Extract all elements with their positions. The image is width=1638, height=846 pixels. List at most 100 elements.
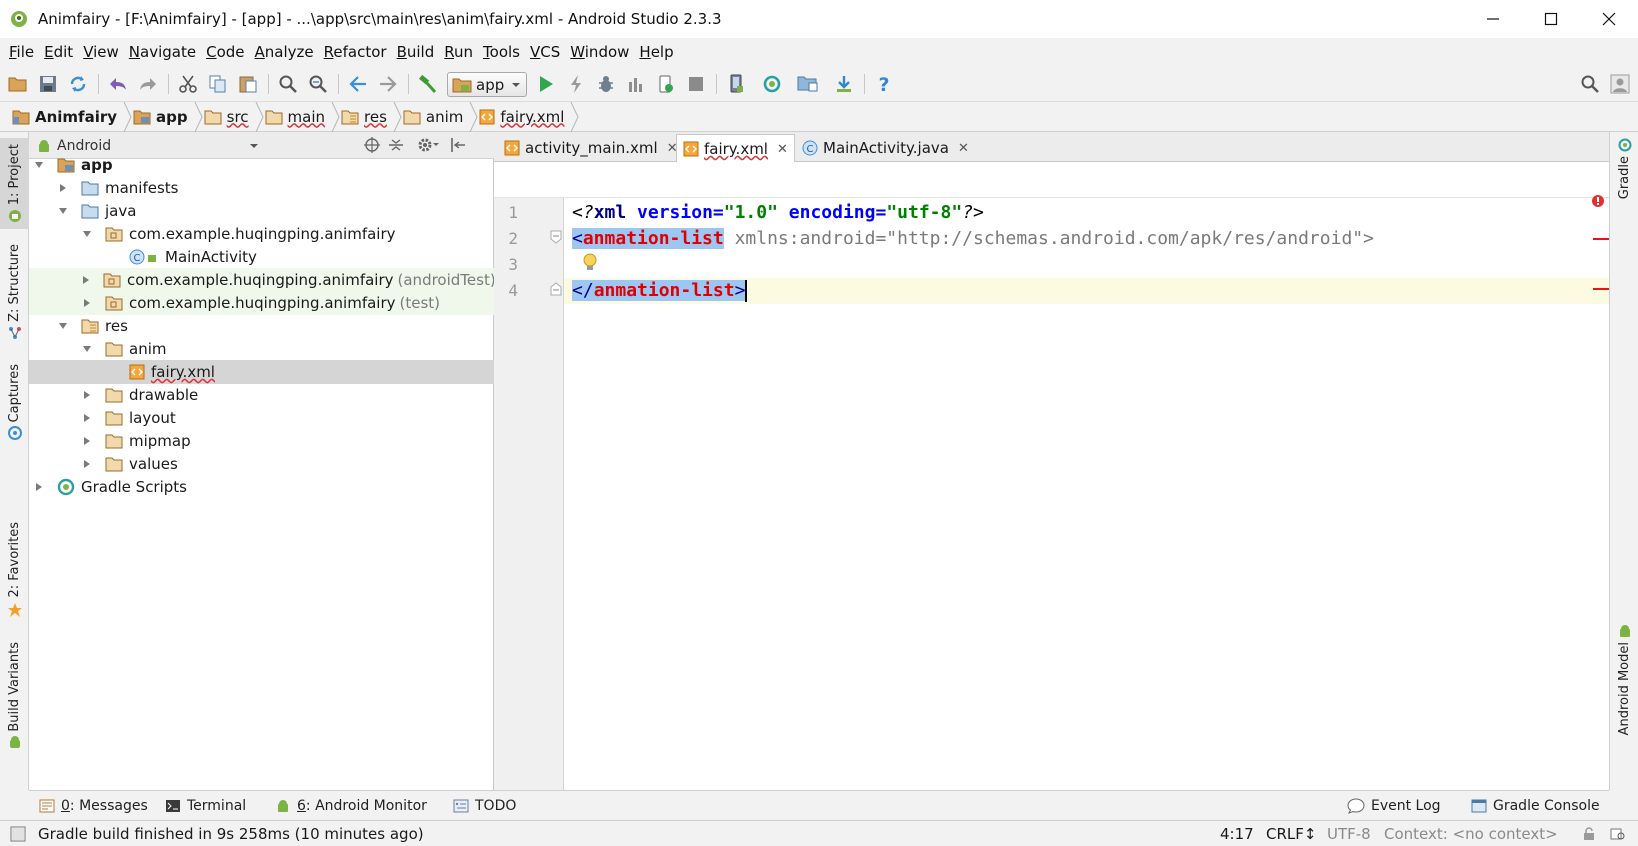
forward-button[interactable] [376, 72, 400, 96]
terminal-tool-tab[interactable]: Terminal [165, 791, 246, 821]
tree-item-manifests[interactable]: manifests [29, 176, 494, 200]
make-project-button[interactable] [416, 72, 440, 96]
expanded-arrow-icon[interactable] [57, 205, 69, 217]
run-button[interactable] [534, 72, 558, 96]
context-indicator[interactable]: Context: <no context> [1384, 821, 1558, 846]
back-button[interactable] [346, 72, 370, 96]
lock-icon[interactable] [1582, 827, 1596, 841]
copy-button[interactable] [206, 72, 230, 96]
expanded-arrow-icon[interactable] [81, 343, 93, 355]
menu-help[interactable]: Help [634, 43, 678, 61]
redo-button[interactable] [136, 72, 160, 96]
favorites-tool-tab[interactable]: 2: Favorites [0, 522, 29, 618]
line-separator[interactable]: CRLF↕ [1266, 821, 1316, 846]
menu-view[interactable]: View [78, 43, 124, 61]
caret-position[interactable]: 4:17 [1220, 821, 1254, 846]
project-tool-tab[interactable]: 1: Project [0, 138, 29, 230]
tree-item-mipmap[interactable]: mipmap [29, 429, 494, 453]
tree-item-values[interactable]: values [29, 452, 494, 476]
sync-gradle-button[interactable] [760, 72, 784, 96]
debug-button[interactable] [594, 72, 618, 96]
gradle-tool-tab[interactable]: Gradle [1610, 138, 1638, 199]
attach-debugger-button[interactable] [654, 72, 678, 96]
menu-code[interactable]: Code [201, 43, 249, 61]
tree-item-layout[interactable]: layout [29, 406, 494, 430]
collapsed-arrow-icon[interactable] [81, 274, 91, 286]
menu-navigate[interactable]: Navigate [124, 43, 201, 61]
tab-mainactivity-java[interactable]: C MainActivity.java ✕ [796, 134, 975, 162]
scroll-from-source-button[interactable] [363, 136, 381, 154]
tree-item-anim[interactable]: anim [29, 337, 494, 361]
tree-item-app[interactable]: app [29, 153, 494, 177]
collapsed-arrow-icon[interactable] [81, 389, 93, 401]
maximize-button[interactable] [1522, 0, 1580, 38]
android-monitor-tool-tab[interactable]: 6: Android Monitor [275, 791, 427, 821]
collapsed-arrow-icon[interactable] [81, 435, 93, 447]
breadcrumb-anim[interactable]: anim [403, 102, 469, 132]
stop-button[interactable] [684, 72, 708, 96]
menu-analyze[interactable]: Analyze [250, 43, 319, 61]
gradle-console-tool-tab[interactable]: Gradle Console [1471, 791, 1600, 821]
user-button[interactable] [1608, 72, 1632, 96]
lightbulb-icon[interactable] [582, 252, 598, 272]
expanded-arrow-icon[interactable] [57, 320, 69, 332]
profile-button[interactable] [624, 72, 648, 96]
menu-file[interactable]: File [4, 43, 39, 61]
collapsed-arrow-icon[interactable] [57, 182, 69, 194]
menu-edit[interactable]: Edit [39, 43, 78, 61]
hide-panel-button[interactable] [449, 136, 467, 154]
replace-button[interactable] [306, 72, 330, 96]
inspection-icon[interactable] [1610, 827, 1626, 841]
breadcrumb-res[interactable]: res [341, 102, 393, 132]
tree-item-package-androidtest[interactable]: com.example.huqingping.animfairy (androi… [29, 268, 496, 292]
breadcrumb-project[interactable]: Animfairy [12, 102, 123, 132]
menu-window[interactable]: Window [565, 43, 634, 61]
avd-manager-button[interactable] [724, 72, 748, 96]
menu-build[interactable]: Build [392, 43, 440, 61]
fold-marker-icon[interactable] [550, 282, 562, 296]
search-everywhere-button[interactable] [1578, 72, 1602, 96]
collapsed-arrow-icon[interactable] [81, 412, 93, 424]
build-variants-tool-tab[interactable]: Build Variants [0, 642, 29, 750]
project-structure-button[interactable] [796, 72, 820, 96]
tree-item-fairy-xml[interactable]: fairy.xml [29, 360, 494, 384]
menu-run[interactable]: Run [439, 43, 478, 61]
run-configuration-select[interactable]: app [447, 72, 527, 97]
close-tab-icon[interactable]: ✕ [777, 142, 788, 157]
android-model-tool-tab[interactable]: Android Model [1610, 624, 1638, 735]
tree-item-java[interactable]: java [29, 199, 494, 223]
open-button[interactable] [6, 72, 30, 96]
error-stripe-mark[interactable] [1593, 288, 1609, 290]
captures-tool-tab[interactable]: Captures [0, 364, 29, 441]
close-window-button[interactable] [1580, 0, 1638, 38]
tree-item-package[interactable]: com.example.huqingping.animfairy [29, 222, 494, 246]
error-stripe-mark[interactable] [1593, 238, 1609, 240]
structure-tool-tab[interactable]: Z: Structure [0, 244, 29, 340]
expanded-arrow-icon[interactable] [33, 159, 45, 171]
todo-tool-tab[interactable]: TODO [453, 791, 516, 821]
tree-item-mainactivity[interactable]: C MainActivity [29, 245, 494, 269]
cut-button[interactable] [176, 72, 200, 96]
breadcrumb-app[interactable]: app [133, 102, 194, 132]
code-editor[interactable]: <?xml version="1.0" encoding="utf-8"?> <… [564, 195, 1609, 790]
paste-button[interactable] [236, 72, 260, 96]
breadcrumb-main[interactable]: main [265, 102, 331, 132]
breadcrumb-src[interactable]: src [204, 102, 255, 132]
tree-item-gradle-scripts[interactable]: Gradle Scripts [29, 475, 494, 499]
close-tab-icon[interactable]: ✕ [958, 141, 969, 156]
messages-tool-tab[interactable]: 0: Messages [39, 791, 148, 821]
collapse-all-button[interactable] [387, 136, 405, 154]
help-button[interactable]: ? [872, 72, 896, 96]
breadcrumb-file[interactable]: fairy.xml [479, 102, 570, 132]
status-message[interactable]: Gradle build finished in 9s 258ms (10 mi… [38, 821, 424, 846]
sdk-manager-button[interactable] [832, 72, 856, 96]
fold-marker-icon[interactable] [550, 230, 562, 244]
expanded-arrow-icon[interactable] [81, 228, 93, 240]
tab-activity-main-xml[interactable]: activity_main.xml ✕ [498, 134, 684, 162]
panel-settings-button[interactable] [417, 136, 439, 154]
tree-item-package-test[interactable]: com.example.huqingping.animfairy (test) [29, 291, 494, 315]
collapsed-arrow-icon[interactable] [81, 458, 93, 470]
tab-fairy-xml[interactable]: fairy.xml ✕ [676, 134, 795, 163]
collapsed-arrow-icon[interactable] [81, 297, 93, 309]
apply-changes-button[interactable] [564, 72, 588, 96]
